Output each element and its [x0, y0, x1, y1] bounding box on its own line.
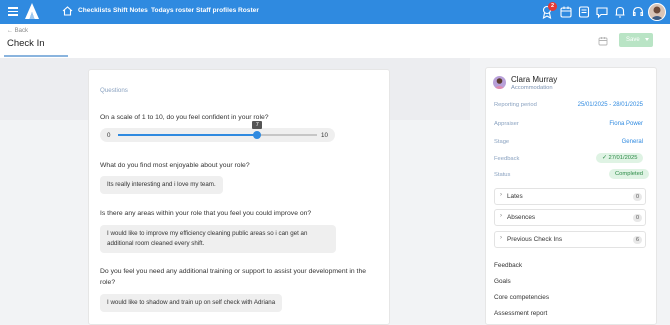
feedback-badge: ✓ 27/01/2025	[596, 153, 644, 163]
lates-count: 0	[633, 193, 642, 201]
question-4: Do you feel you need any additional trai…	[100, 268, 366, 286]
menu-icon[interactable]	[8, 7, 18, 16]
stage-value: General	[621, 139, 643, 145]
previous-checkins-label: Previous Check Ins	[507, 236, 563, 243]
status-badge: Completed	[609, 169, 650, 179]
schedule-icon[interactable]	[598, 36, 608, 46]
answer-2: Its really interesting and i love my tea…	[100, 176, 223, 194]
reporting-period-label: Reporting period	[494, 102, 537, 108]
nav-link-roster[interactable]: Roster	[238, 7, 259, 14]
question-3: Is there any areas within your role that…	[100, 210, 312, 217]
appraiser-value[interactable]: Fiona Power	[609, 121, 643, 127]
question-1: On a scale of 1 to 10, do you feel confi…	[100, 114, 269, 121]
slider-fill	[118, 134, 258, 136]
employee-avatar	[493, 76, 506, 89]
feedback-link[interactable]: Feedback	[494, 262, 522, 269]
nav-link-shift-notes[interactable]: Shift Notes	[113, 7, 148, 14]
back-label: Back	[14, 28, 29, 34]
chevron-right-icon: ›	[500, 192, 502, 198]
stage-label: Stage	[494, 139, 510, 145]
feedback-label: Feedback	[494, 156, 520, 162]
title-underline	[4, 55, 68, 57]
app-logo[interactable]	[25, 3, 39, 19]
employee-name: Clara Murray	[511, 75, 558, 84]
questions-heading: Questions	[100, 87, 128, 94]
goals-link[interactable]: Goals	[494, 278, 511, 285]
home-icon[interactable]	[62, 6, 73, 16]
nav-link-checklists[interactable]: Checklists	[78, 7, 111, 14]
calendar-icon[interactable]	[559, 5, 573, 19]
reporting-period-value: 25/01/2025 - 28/01/2025	[577, 102, 643, 108]
answer-3: I would like to improve my efficiency cl…	[100, 225, 336, 253]
status-label: Status	[494, 172, 511, 178]
bell-icon[interactable]	[613, 5, 627, 19]
assessment-report-link[interactable]: Assessment report	[494, 310, 547, 317]
chevron-right-icon: ›	[500, 213, 502, 219]
slider-min: 0	[107, 132, 111, 139]
slider-max: 10	[321, 132, 328, 139]
page-header	[0, 24, 670, 58]
chat-icon[interactable]	[595, 5, 609, 19]
chevron-down-icon[interactable]	[645, 38, 649, 41]
absences-label: Absences	[507, 214, 536, 221]
chevron-right-icon: ›	[500, 235, 502, 241]
nav-link-todays-roster[interactable]: Todays roster	[151, 7, 194, 14]
document-icon[interactable]	[577, 5, 591, 19]
slider-value: 7	[252, 121, 263, 129]
question-2: What do you find most enjoyable about yo…	[100, 162, 250, 169]
lates-label: Lates	[507, 193, 523, 200]
user-avatar[interactable]	[648, 3, 666, 21]
save-label: Save	[626, 37, 640, 43]
previous-checkins-count: 6	[633, 236, 642, 244]
employee-role: Accommodation	[511, 85, 553, 91]
absences-count: 0	[633, 214, 642, 222]
nav-link-staff-profiles[interactable]: Staff profiles	[196, 7, 236, 14]
arrow-left-icon: ←	[7, 28, 15, 34]
page-title: Check In	[7, 38, 45, 49]
help-icon[interactable]	[631, 5, 645, 19]
notification-badge: 2	[548, 2, 557, 11]
appraiser-label: Appraiser	[494, 121, 519, 127]
feedback-date: 27/01/2025	[608, 155, 638, 161]
core-competencies-link[interactable]: Core competencies	[494, 294, 549, 301]
answer-4: I would like to shadow and train up on s…	[100, 294, 283, 312]
back-link[interactable]: ← Back	[7, 28, 28, 34]
